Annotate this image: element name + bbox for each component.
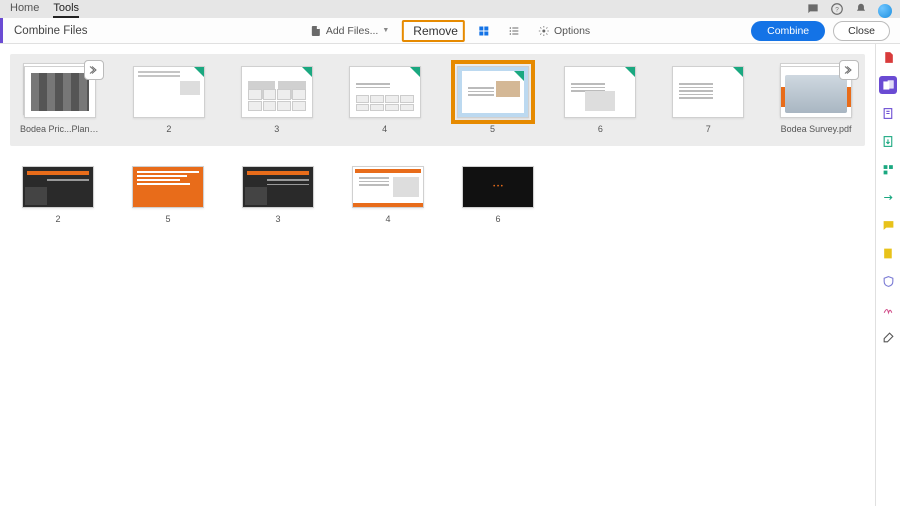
page-number: 3 (275, 214, 280, 224)
remove-button[interactable]: Remove (402, 20, 465, 42)
page-number: 3 (274, 124, 279, 134)
file-label: Bodea Pric...Plans.pptx (20, 124, 100, 134)
toolbar-title: Combine Files (14, 25, 88, 37)
combine-button[interactable]: Combine (751, 21, 825, 41)
chat-icon[interactable] (806, 2, 820, 19)
page-number: 4 (382, 124, 387, 134)
expand-stack-button[interactable] (839, 60, 859, 80)
rail-send-icon[interactable] (879, 188, 897, 206)
page-thumb[interactable]: 3 (238, 66, 316, 134)
app-top-tabs: Home Tools ? (0, 0, 900, 18)
page-number: 6 (598, 124, 603, 134)
add-files-button[interactable]: Add Files... ▼ (305, 22, 394, 40)
rail-comment-icon[interactable] (879, 216, 897, 234)
thumbnail-area: Bodea Pric...Plans.pptx 2 3 4 5 6 (0, 44, 875, 506)
options-button[interactable]: Options (533, 22, 595, 40)
tab-home[interactable]: Home (10, 2, 39, 18)
page-number: 2 (166, 124, 171, 134)
page-thumb[interactable]: 2 (18, 166, 98, 224)
page-thumb[interactable]: 4 (348, 166, 428, 224)
tab-tools[interactable]: Tools (53, 2, 79, 18)
page-thumb[interactable]: 5 (128, 166, 208, 224)
loose-pages-row: 2 5 3 4 • • • 6 (0, 156, 875, 234)
page-number: 2 (55, 214, 60, 224)
file-stack-a[interactable]: Bodea Pric...Plans.pptx (20, 66, 100, 134)
close-button[interactable]: Close (833, 21, 890, 41)
page-thumb[interactable]: 2 (130, 66, 208, 134)
right-tool-rail (875, 44, 900, 506)
help-icon[interactable]: ? (830, 2, 844, 19)
file-group-row: Bodea Pric...Plans.pptx 2 3 4 5 6 (10, 54, 865, 146)
rail-protect-icon[interactable] (879, 272, 897, 290)
page-number: 5 (490, 124, 495, 134)
remove-label: Remove (413, 24, 458, 38)
rail-organize-icon[interactable] (879, 160, 897, 178)
options-label: Options (554, 25, 590, 37)
file-label: Bodea Survey.pdf (781, 124, 852, 134)
rail-combine-icon[interactable] (879, 76, 897, 94)
rail-more-tools-icon[interactable] (879, 328, 897, 346)
rail-create-pdf-icon[interactable] (879, 48, 897, 66)
page-number: 4 (385, 214, 390, 224)
rail-export-icon[interactable] (879, 132, 897, 150)
page-number: 5 (165, 214, 170, 224)
rail-sign-icon[interactable] (879, 300, 897, 318)
combine-toolbar: Combine Files Add Files... ▼ Remove Opti… (0, 18, 900, 44)
page-number: 6 (495, 214, 500, 224)
page-number: 7 (706, 124, 711, 134)
page-thumb[interactable]: 4 (346, 66, 424, 134)
rail-edit-pdf-icon[interactable] (879, 104, 897, 122)
chevron-down-icon: ▼ (382, 27, 389, 34)
page-thumb[interactable]: • • • 6 (458, 166, 538, 224)
add-files-label: Add Files... (326, 25, 379, 37)
list-view-button[interactable] (503, 22, 525, 40)
workspace: Bodea Pric...Plans.pptx 2 3 4 5 6 (0, 44, 900, 506)
thumbnail-view-button[interactable] (473, 22, 495, 40)
file-stack-b[interactable]: Bodea Survey.pdf (777, 66, 855, 134)
avatar[interactable] (878, 4, 892, 18)
expand-stack-button[interactable] (84, 60, 104, 80)
rail-fill-sign-icon[interactable] (879, 244, 897, 262)
page-thumb-selected[interactable]: 5 (454, 66, 532, 134)
svg-text:?: ? (835, 6, 839, 13)
bell-icon[interactable] (854, 2, 868, 19)
page-thumb[interactable]: 3 (238, 166, 318, 224)
page-thumb[interactable]: 7 (669, 66, 747, 134)
tool-accent-bar (0, 18, 3, 43)
page-thumb[interactable]: 6 (561, 66, 639, 134)
